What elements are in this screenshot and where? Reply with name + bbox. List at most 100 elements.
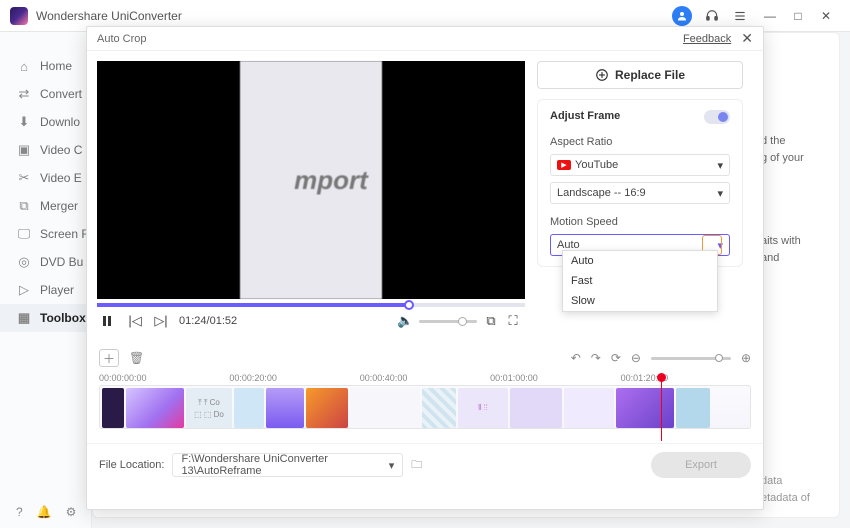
sidebar-bottom: ? 🔔 ⚙ [0, 496, 92, 528]
sidebar-item-label: DVD Bu [40, 255, 83, 269]
sidebar-item-label: Video E [40, 171, 82, 185]
sidebar-item-home[interactable]: ⌂ Home [0, 52, 91, 80]
tick: 00:00:20:00 [229, 373, 277, 383]
bg-text-1: d the g of your [761, 133, 821, 166]
clip[interactable] [102, 388, 124, 428]
app-title: Wondershare UniConverter [36, 9, 182, 23]
motion-option-auto[interactable]: Auto [563, 251, 717, 271]
motion-speed-dropdown: Auto Fast Slow [562, 250, 718, 312]
clip[interactable] [616, 388, 674, 428]
clip[interactable] [126, 388, 184, 428]
headset-icon[interactable] [705, 9, 723, 23]
motion-option-fast[interactable]: Fast [563, 271, 717, 291]
ratio-select[interactable]: Landscape -- 16:9 ▾ [550, 182, 730, 204]
undo-button[interactable]: ↶ [571, 351, 581, 365]
sidebar-item-label: Merger [40, 199, 78, 213]
prev-frame-button[interactable]: |◁ [127, 313, 143, 329]
feedback-link[interactable]: Feedback [683, 33, 731, 45]
clip[interactable] [234, 388, 264, 428]
zoom-out-button[interactable]: ⊖ [631, 351, 641, 365]
close-app-button[interactable]: ✕ [817, 9, 835, 23]
volume-slider[interactable] [419, 320, 477, 323]
timeline-track[interactable]: ⤒ ⤒ Co⬚ ⬚ Do ⦚⦚ ⦙⦙ [99, 385, 751, 429]
sidebar-item-label: Toolbox [40, 311, 86, 325]
scissors-icon: ✂ [16, 170, 32, 186]
player-icon: ▷ [16, 282, 32, 298]
redo-button[interactable]: ↷ [591, 351, 601, 365]
ratio-value: Landscape -- 16:9 [557, 187, 646, 199]
youtube-icon: ▶ [557, 160, 571, 170]
file-location-field[interactable]: F:\Wondershare UniConverter 13\AutoRefra… [172, 453, 403, 477]
sidebar-item-dvd-burner[interactable]: ◎DVD Bu [0, 248, 91, 276]
clip[interactable] [510, 388, 562, 428]
zoom-in-button[interactable]: ⊕ [741, 351, 751, 365]
convert-icon: ⇄ [16, 86, 32, 102]
platform-value: YouTube [575, 159, 618, 171]
minimize-button[interactable]: — [761, 9, 779, 23]
browse-folder-button[interactable]: 🗀 [411, 456, 422, 475]
clip[interactable] [422, 388, 456, 428]
add-clip-button[interactable]: ＋ [99, 349, 119, 367]
delete-clip-button[interactable]: 🗑 [129, 351, 144, 365]
clip[interactable] [306, 388, 348, 428]
sidebar-item-merger[interactable]: ⧉ Merger [0, 192, 91, 220]
playback-progress[interactable] [97, 303, 525, 307]
close-modal-button[interactable]: ✕ [741, 30, 753, 47]
clip[interactable]: ⦚⦚ ⦙⦙ [458, 388, 508, 428]
sidebar-item-label: Home [40, 59, 72, 73]
app-logo [10, 7, 28, 25]
clip[interactable] [676, 388, 710, 428]
clip[interactable] [564, 388, 614, 428]
clip[interactable] [266, 388, 304, 428]
sidebar-item-converter[interactable]: ⇄Convert [0, 80, 91, 108]
sidebar-item-screen-recorder[interactable]: 🖵 Screen R [0, 220, 91, 248]
sidebar-item-toolbox[interactable]: ▦Toolbox [0, 304, 91, 332]
export-label: Export [685, 459, 717, 471]
next-frame-button[interactable]: ▷| [153, 313, 169, 329]
volume-icon[interactable]: 🔈 [397, 313, 413, 329]
sidebar-item-label: Video C [40, 143, 82, 157]
video-preview[interactable]: mport [97, 61, 525, 299]
sidebar-item-video-editor[interactable]: ✂ Video E [0, 164, 91, 192]
sidebar-item-label: Screen R [40, 227, 90, 241]
maximize-button[interactable]: □ [789, 9, 807, 23]
sidebar-item-downloader[interactable]: ⬇Downlo [0, 108, 91, 136]
home-icon: ⌂ [16, 58, 32, 74]
merge-icon: ⧉ [16, 198, 32, 214]
file-location-label: File Location: [99, 459, 164, 471]
clip[interactable]: ⤒ ⤒ Co⬚ ⬚ Do [186, 388, 232, 428]
chevron-down-icon: ▾ [717, 239, 723, 252]
bell-icon[interactable]: 🔔 [37, 505, 52, 519]
adjust-frame-toggle[interactable] [704, 110, 730, 124]
help-icon[interactable]: ? [16, 505, 23, 519]
preview-area: mport |◁ ▷| 01:24/01:52 🔈 ⧉ ⛶ [97, 61, 525, 335]
refresh-button[interactable]: ⟳ [611, 351, 621, 365]
motion-option-slow[interactable]: Slow [563, 291, 717, 311]
replace-file-button[interactable]: Replace File [537, 61, 743, 89]
playhead[interactable] [661, 373, 662, 441]
clip[interactable] [350, 388, 420, 428]
adjust-frame-label: Adjust Frame [550, 110, 730, 122]
menu-icon[interactable] [733, 9, 751, 23]
platform-select[interactable]: ▶YouTube ▾ [550, 154, 730, 176]
fullscreen-icon[interactable]: ⛶ [505, 313, 521, 329]
sidebar-item-video-compressor[interactable]: ▣Video C [0, 136, 91, 164]
sidebar-item-player[interactable]: ▷ Player [0, 276, 91, 304]
playback-controls: |◁ ▷| 01:24/01:52 🔈 ⧉ ⛶ [97, 307, 525, 335]
adjust-frame-card: Adjust Frame Aspect Ratio ▶ YouTube ▾ Lan… [537, 99, 743, 267]
screen-icon: 🖵 [16, 226, 32, 242]
tick: 00:01:00:00 [490, 373, 538, 383]
tick: 00:00:40:00 [360, 373, 408, 383]
compare-icon[interactable]: ⧉ [483, 313, 499, 329]
playback-time: 01:24/01:52 [179, 315, 237, 327]
zoom-slider[interactable] [651, 357, 731, 360]
plus-circle-icon [595, 68, 609, 82]
pause-button[interactable] [101, 315, 117, 327]
export-button[interactable]: Export [651, 452, 751, 478]
user-avatar[interactable] [672, 6, 692, 26]
settings-icon[interactable]: ⚙ [66, 505, 77, 519]
aspect-ratio-label: Aspect Ratio [550, 136, 730, 148]
sidebar-item-label: Player [40, 283, 74, 297]
bg-text-3: data etadata of [761, 473, 821, 506]
sidebar: ⌂ Home ⇄Convert ⬇Downlo ▣Video C ✂ Video E… [0, 32, 92, 528]
